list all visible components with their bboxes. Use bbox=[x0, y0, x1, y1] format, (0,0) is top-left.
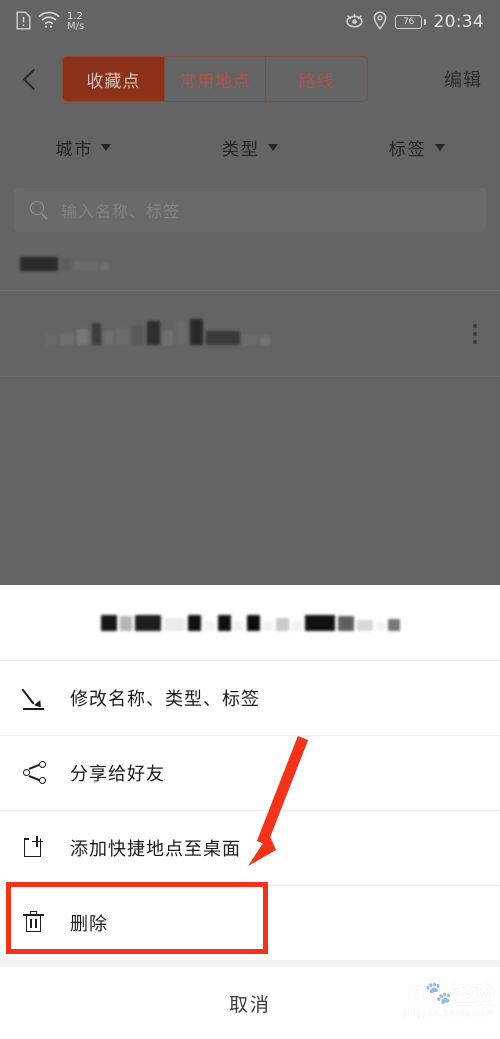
filter-row: 城市 类型 标签 bbox=[0, 120, 500, 175]
sheet-item-share[interactable]: 分享给好友 bbox=[0, 735, 500, 810]
chevron-down-icon bbox=[268, 144, 278, 151]
tab-favorites[interactable]: 收藏点 bbox=[63, 57, 165, 101]
cancel-button[interactable]: 取消 bbox=[0, 960, 500, 1039]
battery-icon: 76 bbox=[395, 15, 426, 29]
sheet-item-share-label: 分享给好友 bbox=[70, 764, 165, 785]
kebab-menu-icon[interactable] bbox=[466, 318, 484, 350]
redacted-section-label bbox=[20, 257, 109, 271]
search-placeholder: 输入名称、标签 bbox=[61, 202, 181, 221]
list-section-header bbox=[0, 243, 500, 291]
sheet-item-edit-label: 修改名称、类型、标签 bbox=[70, 689, 260, 710]
phone-screenshot: 1.2 M/s 76 20:34 收藏点 常用地点 路线 编辑 城市 类型 标签… bbox=[0, 0, 500, 1039]
sheet-item-edit[interactable]: 修改名称、类型、标签 bbox=[0, 660, 500, 735]
filter-tag-label: 标签 bbox=[388, 140, 427, 160]
filter-city-label: 城市 bbox=[55, 140, 94, 160]
sheet-item-add-shortcut[interactable]: 添加快捷地点至桌面 bbox=[0, 810, 500, 885]
eye-care-icon bbox=[344, 13, 365, 32]
back-chevron-icon bbox=[22, 68, 45, 90]
filter-tag[interactable]: 标签 bbox=[333, 135, 500, 160]
network-speed-unit: M/s bbox=[67, 21, 85, 32]
add-to-desktop-icon bbox=[22, 835, 48, 861]
redacted-item-title bbox=[45, 319, 270, 345]
location-pin-icon bbox=[373, 10, 387, 34]
status-bar: 1.2 M/s 76 20:34 bbox=[0, 0, 500, 44]
filter-type-label: 类型 bbox=[222, 140, 260, 160]
action-bottom-sheet: 修改名称、类型、标签 分享给好友 添加快捷地点至桌面 删除 取消 bbox=[0, 585, 500, 1039]
trash-icon bbox=[22, 910, 48, 936]
sheet-item-delete-label: 删除 bbox=[70, 914, 108, 935]
sheet-title bbox=[0, 585, 500, 660]
status-bar-clock: 20:34 bbox=[433, 12, 484, 32]
pencil-icon bbox=[21, 685, 48, 711]
segmented-tabs: 收藏点 常用地点 路线 bbox=[62, 56, 368, 102]
search-icon bbox=[30, 200, 49, 220]
chevron-down-icon bbox=[101, 144, 112, 151]
app-content-dimmed: 1.2 M/s 76 20:34 收藏点 常用地点 路线 编辑 城市 类型 标签… bbox=[0, 0, 500, 588]
filter-city[interactable]: 城市 bbox=[0, 135, 167, 160]
sim-alert-icon bbox=[16, 11, 31, 34]
wifi-icon bbox=[38, 11, 60, 33]
edit-button[interactable]: 编辑 bbox=[444, 66, 482, 92]
back-button[interactable] bbox=[0, 46, 62, 112]
redacted-sheet-title bbox=[100, 614, 400, 631]
share-icon bbox=[22, 760, 48, 786]
cancel-label: 取消 bbox=[228, 993, 271, 1016]
network-speed: 1.2 M/s bbox=[67, 12, 84, 32]
list-item[interactable] bbox=[0, 291, 500, 377]
nav-bar: 收藏点 常用地点 路线 编辑 bbox=[0, 46, 500, 112]
sheet-item-delete[interactable]: 删除 bbox=[0, 885, 500, 960]
sheet-item-add-shortcut-label: 添加快捷地点至桌面 bbox=[70, 839, 241, 860]
tab-routes[interactable]: 路线 bbox=[266, 57, 367, 101]
chevron-down-icon bbox=[434, 144, 445, 151]
search-input[interactable]: 输入名称、标签 bbox=[14, 188, 486, 232]
battery-level: 76 bbox=[403, 17, 414, 27]
tab-frequent-places[interactable]: 常用地点 bbox=[165, 57, 267, 101]
filter-type[interactable]: 类型 bbox=[167, 135, 334, 160]
